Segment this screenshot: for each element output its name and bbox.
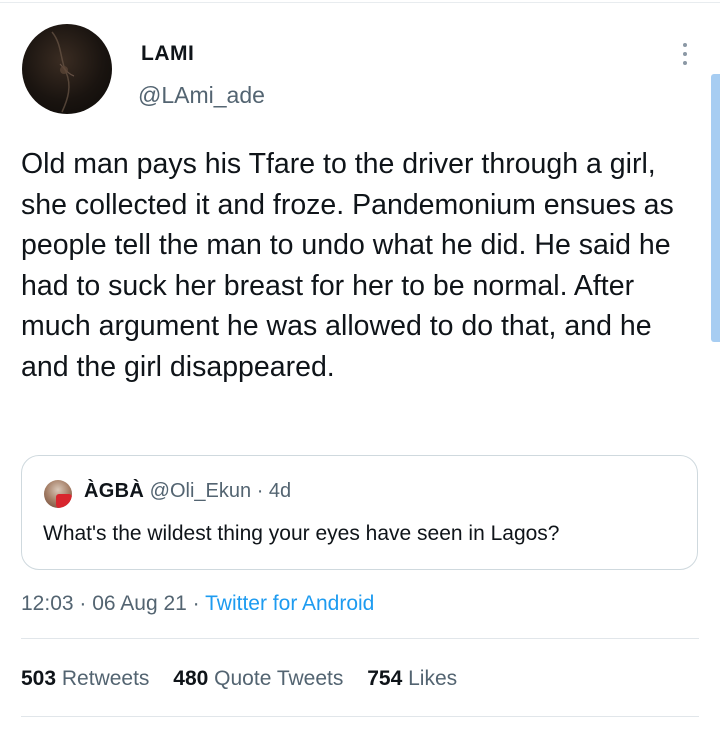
quoted-author-name: ÀGBÀ	[84, 480, 145, 502]
quote-tweets-label: Quote Tweets	[214, 667, 344, 690]
divider	[21, 638, 699, 639]
tweet-meta: 12:03 · 06 Aug 21 · Twitter for Android	[21, 592, 375, 615]
quoted-tweet-header: ÀGBÀ @Oli_Ekun · 4d	[84, 480, 291, 503]
author-avatar[interactable]	[22, 24, 112, 114]
quote-tweets-count: 480	[173, 667, 209, 690]
retweets-count: 503	[21, 667, 57, 690]
likes-stat[interactable]: 754 Likes	[367, 667, 457, 691]
quote-tweets-stat[interactable]: 480 Quote Tweets	[173, 667, 343, 691]
quoted-separator: ·	[256, 480, 269, 502]
quoted-author-handle: @Oli_Ekun	[149, 480, 252, 502]
tweet-date: 06 Aug 21	[92, 592, 187, 615]
author-handle[interactable]: @LAmi_ade	[138, 82, 265, 109]
likes-count: 754	[367, 667, 403, 690]
quoted-author-avatar	[44, 480, 72, 508]
quoted-tweet-text: What's the wildest thing your eyes have …	[43, 522, 560, 545]
likes-label: Likes	[408, 667, 458, 690]
tweet-time: 12:03	[21, 592, 74, 615]
retweets-label: Retweets	[61, 667, 150, 690]
quoted-tweet-card[interactable]: ÀGBÀ @Oli_Ekun · 4d What's the wildest t…	[21, 455, 698, 570]
retweets-stat[interactable]: 503 Retweets	[21, 667, 149, 691]
tweet-source-link[interactable]: Twitter for Android	[205, 592, 374, 615]
quoted-tweet-age: 4d	[268, 480, 292, 502]
more-options-button[interactable]	[672, 40, 698, 68]
divider	[21, 716, 699, 717]
tweet-text: Old man pays his Tfare to the driver thr…	[21, 148, 674, 383]
top-divider	[0, 2, 720, 3]
engagement-stats: 503 Retweets 480 Quote Tweets 754 Likes	[21, 667, 475, 691]
author-display-name[interactable]: LAMI	[141, 42, 194, 66]
scrollbar-thumb[interactable]	[711, 74, 720, 342]
